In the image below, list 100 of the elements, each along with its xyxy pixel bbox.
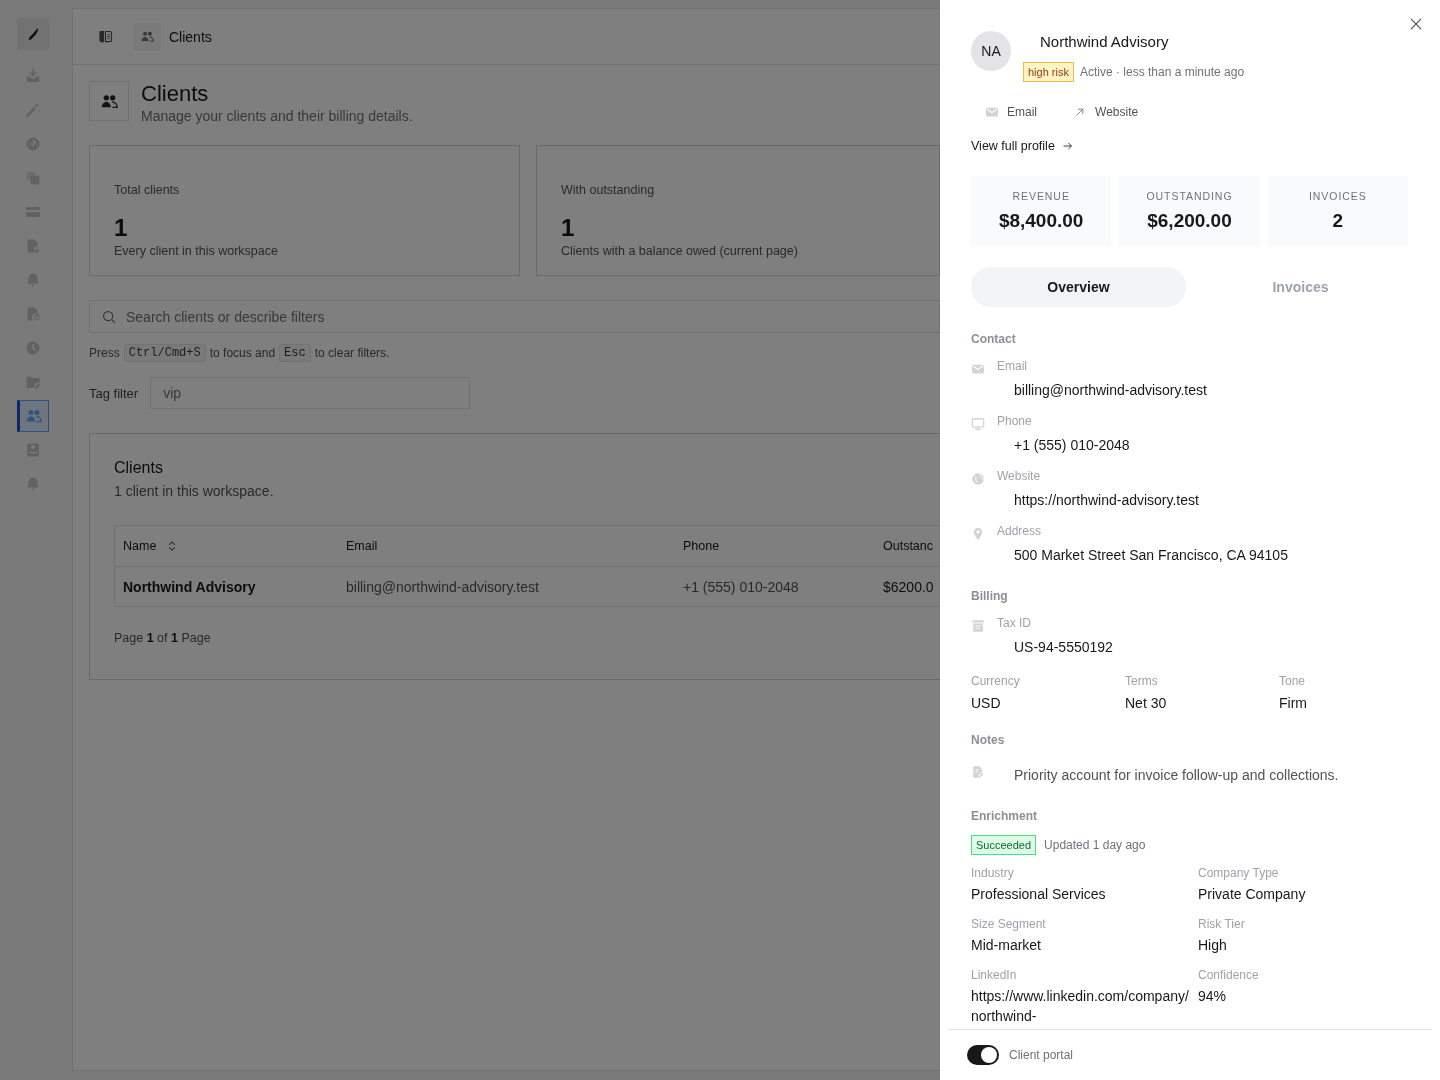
field-value: billing@northwind-advisory.test <box>1013 381 1208 400</box>
status-badge: Succeeded <box>971 835 1037 855</box>
keyboard-key: Ctrl/Cmd+S <box>123 344 206 362</box>
metric-label: OUTSTANDING <box>1146 189 1233 203</box>
clock-icon <box>25 340 41 356</box>
search-field[interactable]: Search clients or describe filters <box>89 300 940 333</box>
field-value: Private Company <box>1198 885 1307 904</box>
field-value: Professional Services <box>971 885 1107 904</box>
map-pin-icon <box>971 527 985 541</box>
gauge-icon <box>25 136 41 152</box>
stat-value: 1 <box>561 213 576 243</box>
table-subtitle: 1 client in this workspace. <box>114 482 275 501</box>
hint-text: to clear filters. <box>314 345 390 362</box>
sidebar-item[interactable] <box>17 400 49 432</box>
bell-icon <box>25 272 41 288</box>
envelope-icon <box>985 105 999 119</box>
search-icon <box>102 310 116 324</box>
section-heading: Enrichment <box>971 809 1038 823</box>
field-label: Tone <box>1279 673 1307 689</box>
stat-description: Every client in this workspace <box>114 243 279 259</box>
users-icon <box>89 81 129 121</box>
pagination-text: Page 1 of 1 Page <box>114 630 212 646</box>
stat-value: 1 <box>114 213 129 243</box>
section-heading: Billing <box>971 589 1009 603</box>
section-heading: Contact <box>971 332 1017 346</box>
hint-text: Press <box>89 345 120 362</box>
profile-link[interactable]: View full profile <box>971 138 1073 154</box>
website-button[interactable]: Website <box>1065 100 1147 124</box>
table-title: Clients <box>114 458 164 478</box>
stat-label: Total clients <box>114 182 181 198</box>
toggle-switch[interactable] <box>967 1045 999 1065</box>
bell-icon <box>25 476 41 492</box>
column-header[interactable]: Name <box>123 538 179 554</box>
field-label: Email <box>997 358 1028 374</box>
email-button[interactable]: Email <box>977 100 1045 124</box>
users-icon <box>133 22 161 51</box>
keyboard-key: Esc <box>279 344 311 362</box>
note-text: Priority account for invoice follow-up and collections. <box>1014 766 1339 785</box>
tab[interactable]: Invoices <box>1193 267 1408 307</box>
field-value: +1 (555) 010-2048 <box>1013 436 1131 455</box>
field-label: Tax ID <box>997 615 1032 631</box>
panel-icon <box>97 29 113 44</box>
field-value: High <box>1198 936 1228 955</box>
table-cell-text: billing@northwind-advisory.test <box>345 578 540 595</box>
close-icon <box>1409 17 1423 31</box>
stat-label: With outstanding <box>561 182 656 198</box>
field-value: https://www.linkedin.com/company/northwind- <box>971 987 1190 1026</box>
field-label: LinkedIn <box>971 967 1018 983</box>
note-icon <box>971 765 985 779</box>
page-subtitle: Manage your clients and their billing details. <box>141 107 413 125</box>
stat-description: Clients with a balance owed (current page) <box>561 243 799 259</box>
metric-label: INVOICES <box>1308 189 1367 203</box>
avatar-initials: NA <box>971 31 1011 71</box>
field-label: Website <box>997 468 1042 484</box>
metric-value: 2 <box>1332 210 1344 232</box>
credit-card-icon <box>25 204 41 220</box>
field-value: 500 Market Street San Francisco, CA 94105 <box>1013 546 1289 565</box>
tag-filter-input[interactable]: vip <box>150 377 471 409</box>
field-label: Terms <box>1125 673 1159 689</box>
monitor-icon <box>971 417 985 431</box>
globe-icon <box>971 472 985 486</box>
field-label: Address <box>997 523 1043 539</box>
client-name: Northwind Advisory <box>1039 32 1170 52</box>
tab[interactable]: Overview <box>971 267 1186 307</box>
column-header[interactable]: Email <box>346 538 378 554</box>
field-label: Size Segment <box>971 916 1047 932</box>
field-value: 94% <box>1198 987 1228 1006</box>
hint-text: to focus and <box>209 345 276 362</box>
arrow-right-icon <box>1062 141 1073 151</box>
envelope-icon <box>971 362 985 376</box>
updated-text: Updated 1 day ago <box>1044 838 1146 852</box>
status-text: Active · less than a minute ago <box>1079 65 1245 79</box>
page-title: Clients <box>141 81 210 107</box>
wand-icon <box>25 102 41 118</box>
column-header[interactable]: Outstanc <box>883 538 934 554</box>
field-label: Phone <box>997 413 1033 429</box>
receipt-icon <box>971 619 985 633</box>
field-label: Confidence <box>1198 967 1260 983</box>
field-label: Industry <box>971 865 1015 881</box>
field-value: https://northwind-advisory.test <box>1013 491 1200 510</box>
folder-icon <box>25 374 41 390</box>
arrow-up-right-icon <box>1075 107 1085 117</box>
table-cell-text: $6200.0 <box>882 578 935 595</box>
field-value: US-94-5550192 <box>1013 638 1114 657</box>
table-cell-text: Northwind Advisory <box>122 578 257 595</box>
tag-filter-label: Tag filter <box>89 385 139 401</box>
field-label: Currency <box>971 673 1021 689</box>
document-refresh-icon <box>25 306 41 322</box>
column-header[interactable]: Phone <box>683 538 720 554</box>
field-value: Firm <box>1279 694 1308 713</box>
toggle-label: Client portal <box>1009 1048 1074 1062</box>
field-value: USD <box>971 694 1002 713</box>
metric-label: REVENUE <box>1012 189 1070 203</box>
field-label: Company Type <box>1198 865 1280 881</box>
field-label: Risk Tier <box>1198 916 1246 932</box>
document-arrow-icon <box>25 238 41 254</box>
table-cell-text: +1 (555) 010-2048 <box>682 578 800 595</box>
pen-nib-icon[interactable] <box>17 18 49 50</box>
breadcrumb-text[interactable]: Clients <box>169 28 212 45</box>
metric-value: $6,200.00 <box>1147 210 1232 232</box>
